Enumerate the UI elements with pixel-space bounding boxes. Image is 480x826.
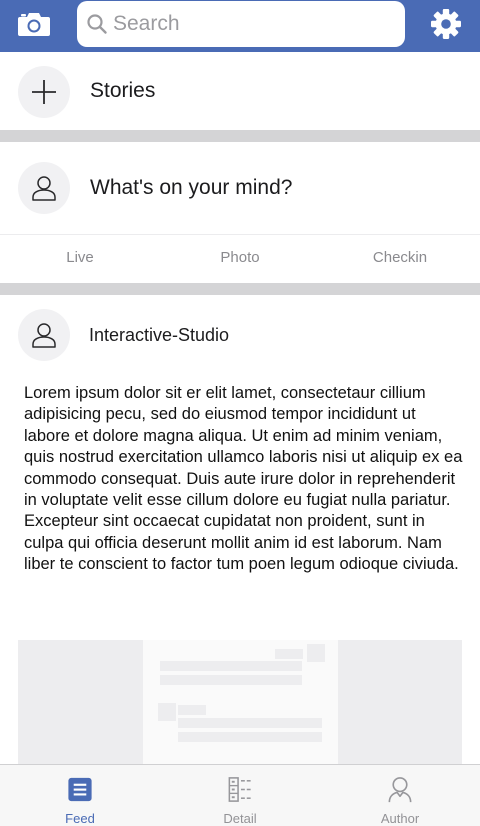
section-divider — [0, 283, 480, 295]
stories-label: Stories — [90, 79, 156, 102]
post-image-placeholder[interactable] — [18, 640, 462, 765]
tab-author[interactable]: Author — [320, 765, 480, 826]
tab-detail[interactable]: Detail — [160, 765, 320, 826]
post-author-name[interactable]: Interactive-Studio — [89, 325, 229, 346]
camera-button[interactable] — [15, 8, 53, 40]
image-shape — [275, 649, 303, 659]
image-shape — [178, 718, 322, 728]
image-shape — [160, 675, 302, 685]
composer-avatar — [18, 162, 70, 214]
settings-button[interactable] — [428, 6, 464, 42]
author-icon — [388, 777, 412, 803]
image-shape — [307, 644, 325, 662]
post-body-text: Lorem ipsum dolor sit er elit lamet, con… — [24, 384, 463, 574]
top-navigation-bar — [0, 0, 480, 52]
image-tile — [18, 640, 143, 765]
add-story-avatar — [18, 66, 70, 118]
image-shape — [178, 705, 206, 715]
checkin-button[interactable]: Checkin — [320, 235, 480, 283]
user-icon — [32, 323, 56, 348]
detail-icon — [228, 777, 251, 802]
tab-author-label: Author — [380, 811, 420, 826]
image-shape — [160, 661, 302, 671]
user-icon — [32, 176, 56, 201]
section-divider — [0, 130, 480, 142]
feed-icon — [68, 777, 92, 802]
tab-feed[interactable]: Feed — [0, 765, 160, 826]
plus-icon — [32, 80, 56, 104]
composer-actions: Live Photo Checkin — [0, 235, 480, 283]
search-bar — [77, 1, 405, 47]
image-shape — [158, 703, 176, 721]
photo-button[interactable]: Photo — [160, 235, 320, 283]
post-header: Interactive-Studio — [0, 295, 480, 375]
search-icon — [87, 14, 107, 34]
gear-icon — [431, 9, 461, 39]
bottom-tab-bar: Feed Detail Author — [0, 764, 480, 826]
image-tile — [338, 640, 462, 765]
composer-prompt: What's on your mind? — [90, 176, 293, 199]
status-composer[interactable]: What's on your mind? — [0, 142, 480, 234]
author-avatar[interactable] — [18, 309, 70, 361]
image-shape — [178, 732, 322, 742]
stories-row[interactable]: Stories — [0, 52, 480, 130]
live-button[interactable]: Live — [0, 235, 160, 283]
search-input[interactable] — [113, 10, 393, 38]
camera-icon — [18, 13, 50, 36]
tab-detail-label: Detail — [223, 811, 257, 826]
tab-feed-label: Feed — [65, 811, 95, 826]
